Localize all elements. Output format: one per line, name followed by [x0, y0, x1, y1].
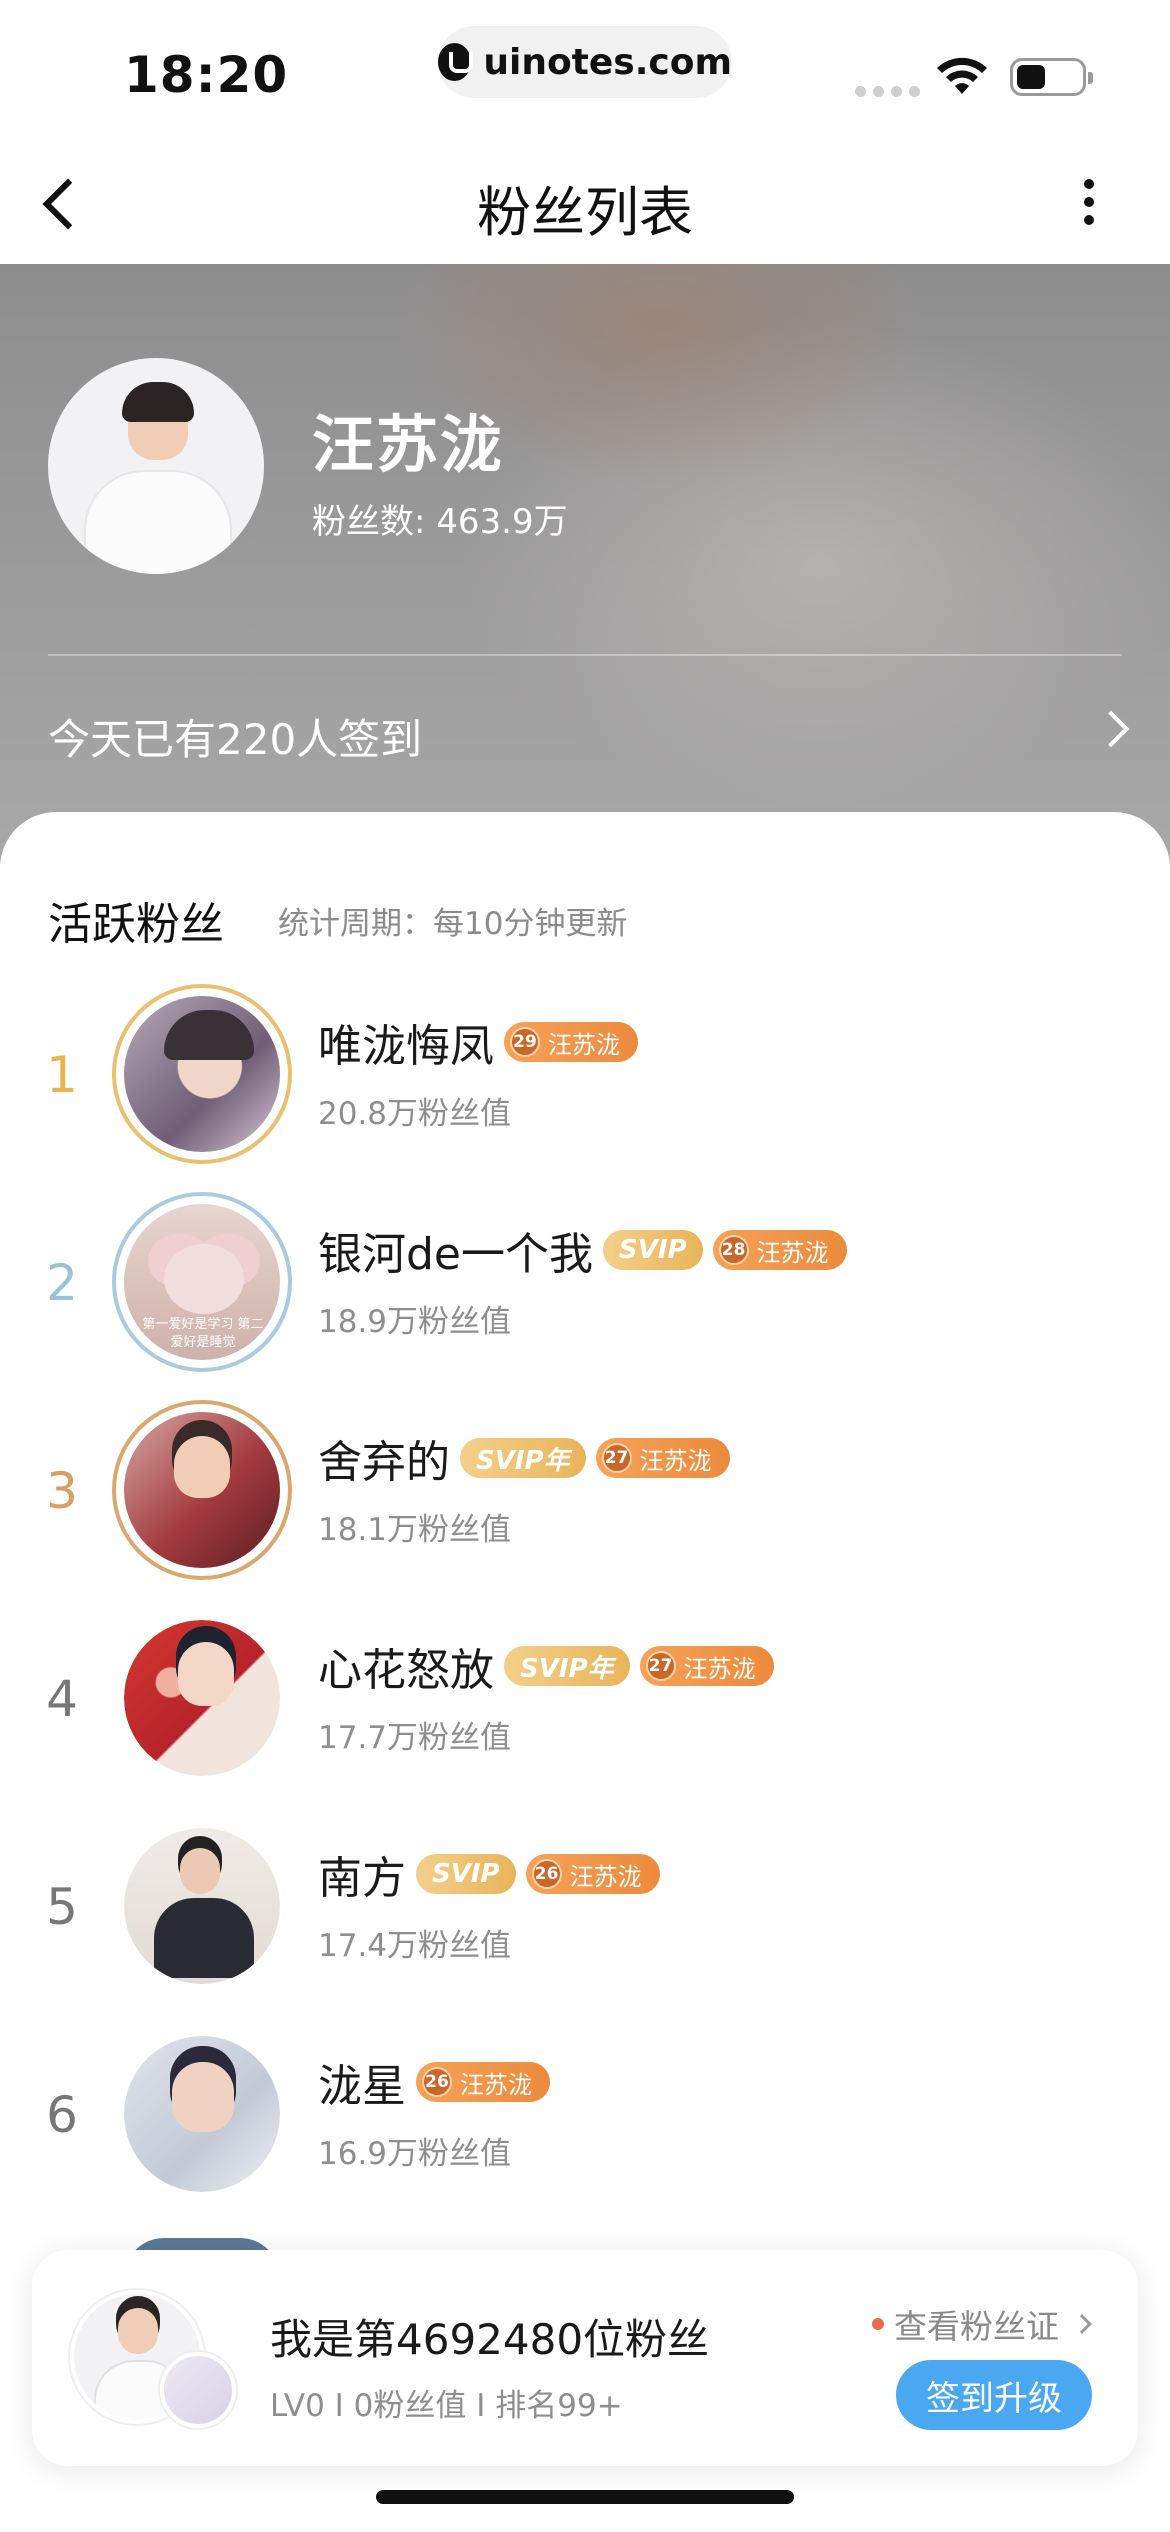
chevron-right-icon [1072, 2314, 1092, 2334]
badge-star-name: 汪苏泷 [683, 1654, 756, 1683]
fan-level-badge: 28 汪苏泷 [712, 1230, 847, 1270]
chevron-right-icon[interactable] [1092, 710, 1130, 748]
fan-row[interactable]: 4 心花怒放 SVIP年 27 汪苏泷 17.7万粉丝值 [0, 1612, 1170, 1792]
fan-rank: 4 [46, 1670, 78, 1728]
fan-name: 心花怒放 [318, 1645, 494, 1696]
fan-row[interactable]: 5 南方 SVIP 26 汪苏泷 17.4万粉丝值 [0, 1820, 1170, 2000]
fan-avatar[interactable] [124, 1620, 280, 1776]
view-cert-label: 查看粉丝证 [894, 2307, 1059, 2346]
notification-dot-icon [872, 2318, 884, 2330]
home-indicator [376, 2490, 794, 2504]
fan-name: 唯泷悔凤 [318, 1021, 494, 1072]
star-avatar[interactable] [48, 358, 264, 574]
fan-rank: 5 [46, 1878, 78, 1936]
fan-name: 南方 [318, 1853, 406, 1904]
fan-level-badge: 27 汪苏泷 [639, 1646, 774, 1686]
svip-badge: SVIP [416, 1854, 516, 1894]
star-fan-count: 粉丝数: 463.9万 [312, 502, 568, 542]
fan-avatar[interactable] [124, 2036, 280, 2192]
fan-value: 17.7万粉丝值 [318, 1720, 512, 1756]
section-title: 活跃粉丝 [48, 899, 224, 950]
fan-value: 16.9万粉丝值 [318, 2136, 512, 2172]
star-name: 汪苏泷 [312, 408, 505, 481]
fan-avatar[interactable] [124, 1828, 280, 1984]
fan-rank: 2 [46, 1254, 78, 1312]
status-bar: 18:20 uinotes.com [0, 0, 1170, 140]
badge-star-name: 汪苏泷 [639, 1446, 712, 1475]
badge-star-name: 汪苏泷 [548, 1030, 620, 1059]
fan-avatar[interactable]: 第一爱好是学习 第二爱好是睡觉 [116, 1196, 288, 1368]
url-text: uinotes.com [483, 41, 732, 83]
fan-rank: 6 [46, 2086, 78, 2144]
badge-star-name: 汪苏泷 [460, 2070, 532, 2099]
url-pill[interactable]: uinotes.com [438, 26, 732, 98]
nav-bar: 粉丝列表 [0, 140, 1170, 264]
uinotes-logo-icon [438, 43, 474, 81]
status-time: 18:20 [124, 46, 289, 104]
fan-name: 泷星 [318, 2061, 406, 2112]
fan-rank: 1 [46, 1046, 78, 1104]
header-divider [48, 654, 1122, 656]
badge-star-name: 汪苏泷 [756, 1238, 829, 1267]
badge-star-name: 汪苏泷 [569, 1862, 642, 1891]
cellular-signal-icon [855, 86, 920, 97]
battery-icon [1010, 58, 1093, 96]
checkin-count-link[interactable]: 今天已有220人签到 [48, 706, 422, 767]
my-avatar [160, 2352, 236, 2428]
fan-level-badge: 27 汪苏泷 [595, 1438, 730, 1478]
fan-level-badge: 29 汪苏泷 [504, 1022, 638, 1062]
my-fan-card: 我是第4692480位粉丝 LV0 I 0粉丝值 I 排名99+ 查看粉丝证 签… [32, 2250, 1138, 2466]
view-fan-cert-link[interactable]: 查看粉丝证 [872, 2300, 1092, 2348]
my-fan-rank: 我是第4692480位粉丝 [270, 2315, 710, 2364]
star-header: 汪苏泷 粉丝数: 463.9万 今天已有220人签到 [0, 264, 1170, 864]
fan-row[interactable]: 6 泷星 26 汪苏泷 16.9万粉丝值 [0, 2028, 1170, 2208]
fan-avatar[interactable] [116, 988, 288, 1160]
fan-level-badge: 26 汪苏泷 [525, 1854, 660, 1894]
level-number: 26 [531, 1859, 562, 1889]
fan-row[interactable]: 1 唯泷悔凤 29 汪苏泷 20.8万粉丝值 [0, 988, 1170, 1168]
fan-level-badge: 26 汪苏泷 [416, 2062, 550, 2102]
level-number: 28 [718, 1235, 749, 1265]
svip-badge: SVIP年 [504, 1646, 630, 1686]
more-vertical-icon[interactable] [1064, 166, 1114, 238]
fan-name: 银河de一个我 [318, 1229, 593, 1280]
checkin-upgrade-button[interactable]: 签到升级 [896, 2360, 1092, 2430]
fan-value: 18.9万粉丝值 [318, 1304, 512, 1340]
fan-row[interactable]: 2 第一爱好是学习 第二爱好是睡觉 银河de一个我 SVIP 28 汪苏泷 18… [0, 1196, 1170, 1376]
fan-avatar[interactable] [116, 1404, 288, 1576]
fan-name: 舍弃的 [318, 1437, 450, 1488]
level-number: 29 [510, 1027, 540, 1057]
wifi-icon [937, 57, 987, 94]
fan-value: 20.8万粉丝值 [318, 1096, 512, 1132]
fan-rank: 3 [46, 1462, 78, 1520]
svip-badge: SVIP年 [460, 1438, 586, 1478]
avatar-caption: 第一爱好是学习 第二爱好是睡觉 [142, 1317, 264, 1350]
svip-badge: SVIP [603, 1230, 703, 1270]
level-number: 26 [422, 2067, 452, 2097]
fan-value: 18.1万粉丝值 [318, 1512, 512, 1548]
section-subtitle: 统计周期：每10分钟更新 [278, 906, 628, 942]
level-number: 27 [601, 1443, 632, 1473]
fan-value: 17.4万粉丝值 [318, 1928, 512, 1964]
my-fan-stats: LV0 I 0粉丝值 I 排名99+ [270, 2388, 623, 2424]
fan-row[interactable]: 3 舍弃的 SVIP年 27 汪苏泷 18.1万粉丝值 [0, 1404, 1170, 1584]
level-number: 27 [645, 1651, 676, 1681]
page-title: 粉丝列表 [477, 181, 693, 244]
